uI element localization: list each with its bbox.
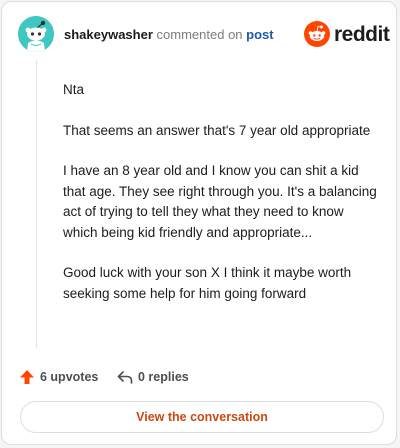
post-link[interactable]: post — [246, 27, 273, 42]
comment-header: shakeywasher commented on post reddit — [18, 16, 390, 52]
view-conversation-button[interactable]: View the conversation — [20, 401, 384, 433]
comment-meta: shakeywasher commented on post — [64, 27, 274, 42]
comment-paragraph: Good luck with your son X I think it may… — [63, 265, 352, 301]
comment-card: shakeywasher commented on post reddit Nt… — [1, 1, 397, 445]
snoo-avatar-icon[interactable] — [18, 16, 54, 52]
reddit-logo-icon — [304, 21, 330, 47]
reddit-wordmark: reddit — [334, 23, 390, 46]
comment-paragraph: I have an 8 year old and I know you can … — [63, 163, 377, 240]
comment-paragraph: Nta — [63, 82, 85, 97]
upvote-arrow-icon — [20, 370, 34, 384]
reply-count: 0 replies — [138, 370, 189, 384]
thread-line[interactable] — [36, 60, 37, 348]
comment-paragraph: That seems an answer that's 7 year old a… — [63, 122, 371, 138]
upvote-count: 6 upvotes — [40, 370, 99, 384]
action-text: commented on — [156, 27, 243, 42]
reply-arrow-icon — [117, 371, 133, 384]
reddit-logo[interactable]: reddit — [304, 21, 390, 47]
comment-body: Nta That seems an answer that's 7 year o… — [63, 80, 381, 324]
username-link[interactable]: shakeywasher — [64, 27, 153, 42]
